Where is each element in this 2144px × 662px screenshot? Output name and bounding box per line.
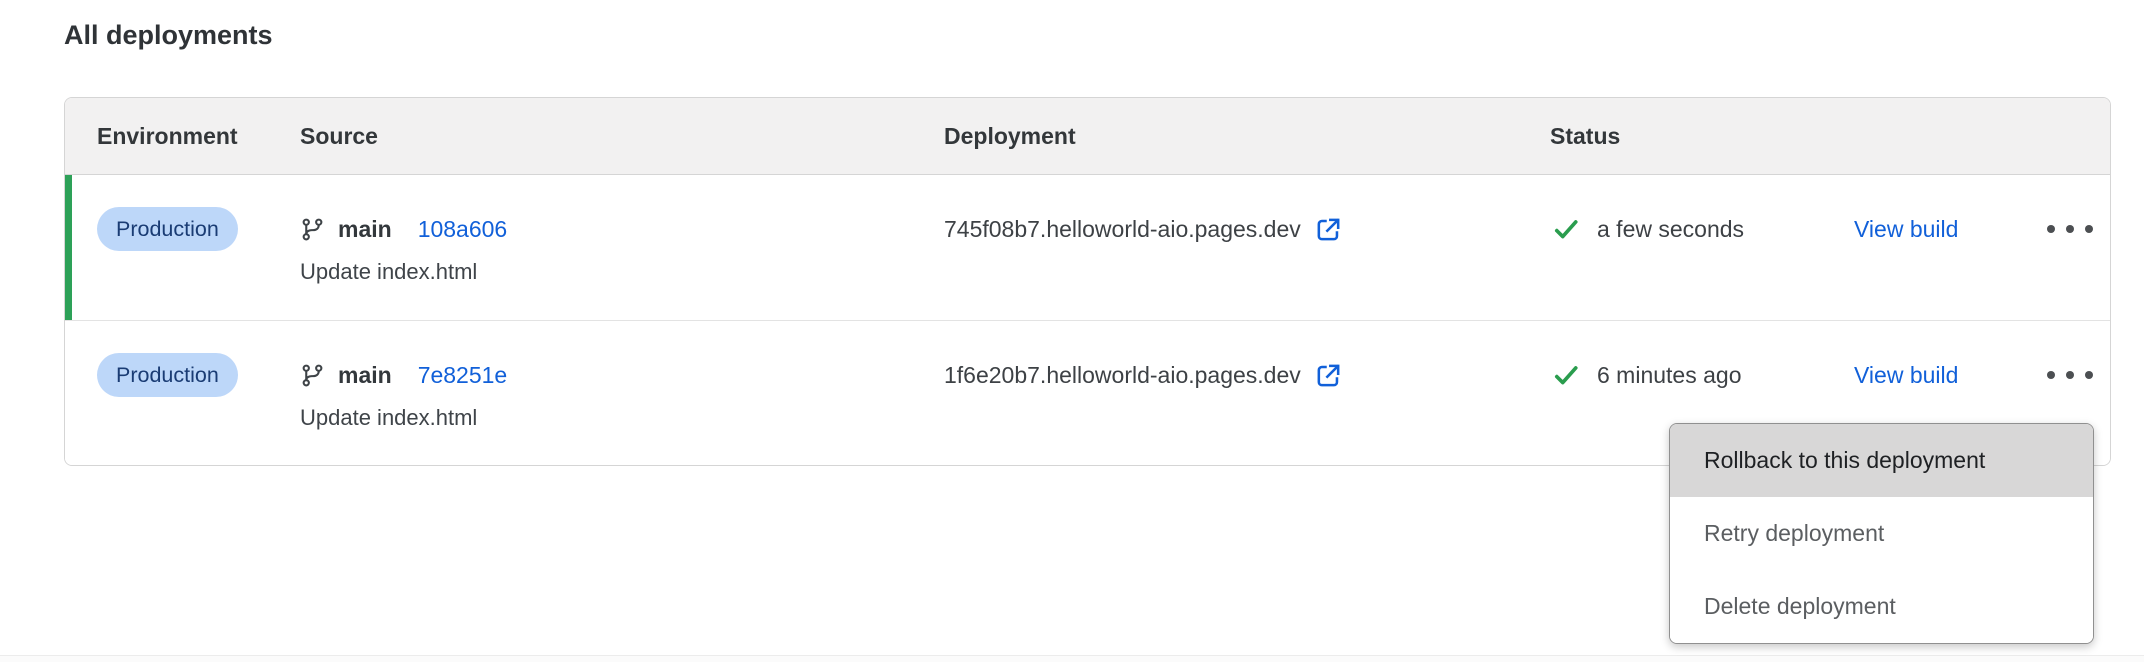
environment-cell: Production <box>65 321 300 465</box>
source-cell: main 7e8251e Update index.html <box>300 321 944 465</box>
view-build-link[interactable]: View build <box>1854 216 1958 243</box>
source-cell: main 108a606 Update index.html <box>300 175 944 320</box>
view-build-cell: View build <box>1854 175 2020 320</box>
deployment-cell: 745f08b7.helloworld-aio.pages.dev <box>944 175 1550 320</box>
table-header-row: Environment Source Deployment Status <box>65 98 2110 175</box>
external-link-icon[interactable] <box>1314 361 1343 390</box>
commit-link[interactable]: 108a606 <box>418 216 508 243</box>
check-icon <box>1550 362 1582 388</box>
commit-message: Update index.html <box>300 404 944 432</box>
deployment-options-button[interactable] <box>2047 353 2093 397</box>
branch-name: main <box>338 362 392 389</box>
current-deployment-indicator <box>65 175 72 320</box>
ellipsis-icon <box>2047 225 2055 233</box>
git-branch-icon <box>300 217 325 242</box>
deployment-cell: 1f6e20b7.helloworld-aio.pages.dev <box>944 321 1550 465</box>
environment-cell: Production <box>65 175 300 320</box>
deployment-url: 745f08b7.helloworld-aio.pages.dev <box>944 216 1301 243</box>
status-time: 6 minutes ago <box>1597 362 1741 389</box>
page-title: All deployments <box>64 18 2144 52</box>
external-link-icon[interactable] <box>1314 215 1343 244</box>
status-cell: a few seconds <box>1550 175 1854 320</box>
ellipsis-icon <box>2047 371 2055 379</box>
branch-name: main <box>338 216 392 243</box>
git-branch-icon <box>300 363 325 388</box>
column-header-deployment: Deployment <box>944 123 1550 150</box>
deployment-context-menu: Rollback to this deployment Retry deploy… <box>1669 423 2094 644</box>
actions-cell <box>2020 175 2110 320</box>
environment-badge: Production <box>97 207 238 251</box>
deployments-table: Environment Source Deployment Status Pro… <box>64 97 2111 466</box>
deployment-options-button[interactable] <box>2047 207 2093 251</box>
check-icon <box>1550 216 1582 242</box>
menu-item-rollback[interactable]: Rollback to this deployment <box>1670 424 2093 497</box>
column-header-environment: Environment <box>65 123 300 150</box>
status-time: a few seconds <box>1597 216 1744 243</box>
column-header-status: Status <box>1550 123 1854 150</box>
menu-item-retry[interactable]: Retry deployment <box>1670 497 2093 570</box>
environment-badge: Production <box>97 353 238 397</box>
view-build-link[interactable]: View build <box>1854 362 1958 389</box>
page-bottom-divider <box>0 655 2144 662</box>
menu-item-delete[interactable]: Delete deployment <box>1670 570 2093 643</box>
table-row: Production main 108a606 Update index.htm… <box>65 175 2110 320</box>
deployments-page: All deployments Environment Source Deplo… <box>0 18 2144 662</box>
commit-message: Update index.html <box>300 258 944 286</box>
commit-link[interactable]: 7e8251e <box>418 362 508 389</box>
column-header-source: Source <box>300 123 944 150</box>
deployment-url: 1f6e20b7.helloworld-aio.pages.dev <box>944 362 1301 389</box>
